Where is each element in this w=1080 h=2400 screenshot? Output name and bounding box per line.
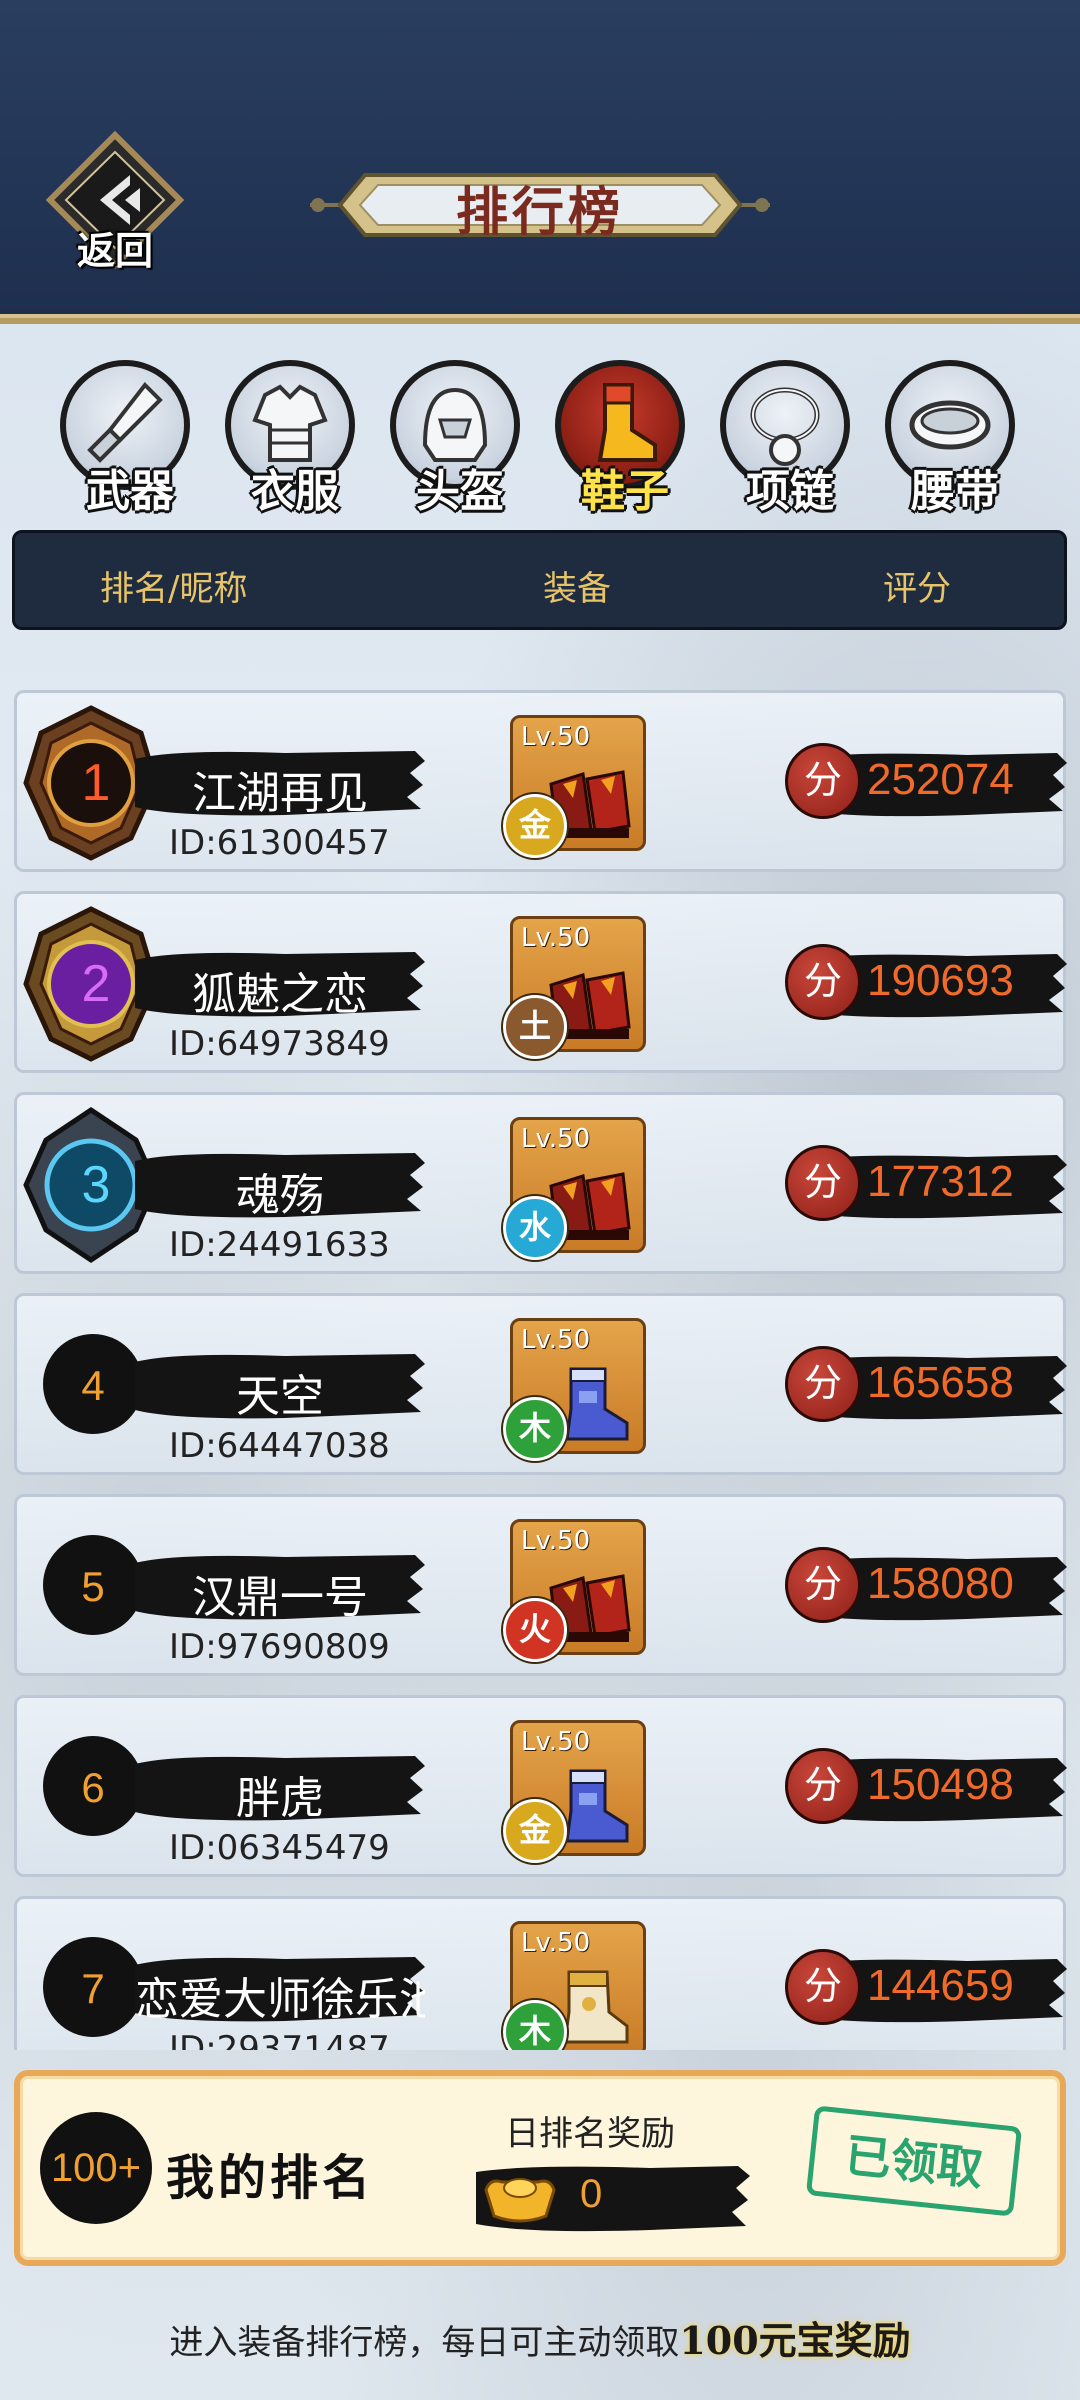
rank-number: 3	[81, 1156, 111, 1214]
tab-label: 项链	[746, 466, 834, 517]
my-rank-label: 我的排名	[166, 2150, 375, 2206]
equipment-slot[interactable]: Lv.50 金	[503, 715, 646, 858]
equipment-slot[interactable]: Lv.50 木	[503, 1318, 646, 1461]
element-badge-wood: 木	[503, 1397, 567, 1461]
score-icon: 分	[785, 1748, 861, 1824]
player-id: ID:64973849	[169, 1024, 390, 1064]
column-score: 评分	[883, 569, 951, 609]
player-name: 胖虎	[236, 1773, 324, 1824]
player-id: ID:61300457	[169, 823, 390, 863]
score-icon: 分	[785, 944, 861, 1020]
equipment-slot[interactable]: Lv.50 火	[503, 1519, 646, 1662]
my-rank-position: 100+	[50, 2146, 142, 2190]
equipment-level: Lv.50	[521, 1124, 591, 1154]
footer-text: 进入装备排行榜，每日可主动领取	[169, 2323, 680, 2363]
score-value: 252074	[867, 755, 1014, 804]
ranking-row[interactable]: 5 汉鼎一号 ID:97690809 Lv.50 火 分 158080	[14, 1494, 1067, 1676]
tab-label: 鞋子	[581, 466, 669, 517]
player-id: ID:64447038	[169, 1426, 390, 1466]
player-name: 天空	[236, 1371, 324, 1422]
player-id: ID:06345479	[169, 1828, 390, 1868]
element-badge-gold: 金	[503, 1799, 567, 1863]
ranking-row[interactable]: 1 江湖再见 ID:61300457 Lv.50 金 分 252074	[14, 690, 1067, 872]
player-name: 江湖再见	[192, 768, 368, 819]
rank-number: 7	[81, 1965, 105, 2012]
score-icon: 分	[785, 743, 861, 819]
rank-number: 2	[81, 955, 111, 1013]
ranking-row[interactable]: 3 魂殇 ID:24491633 Lv.50 水 分 177312	[14, 1092, 1067, 1274]
equipment-slot[interactable]: Lv.50 水	[503, 1117, 646, 1260]
equipment-slot[interactable]: Lv.50 土	[503, 916, 646, 1059]
claimed-stamp[interactable]: 已领取	[805, 2105, 1023, 2217]
score-value: 177312	[867, 1157, 1014, 1206]
gold-ingot-icon	[484, 2178, 556, 2223]
player-name: 恋爱大师徐乐池	[135, 1974, 425, 2025]
tab-helmet[interactable]: 头盔	[385, 355, 535, 525]
daily-reward-title: 日排名奖励	[505, 2114, 675, 2154]
rank-number: 6	[81, 1764, 105, 1811]
equipment-level: Lv.50	[521, 1928, 591, 1958]
player-name: 魂殇	[236, 1170, 324, 1221]
page-title: 排行榜	[455, 182, 624, 243]
my-rank-panel: 100+ 我的排名 日排名奖励 0 已领取	[14, 2070, 1066, 2266]
score-value: 150498	[867, 1760, 1014, 1809]
player-id: ID:24491633	[169, 1225, 390, 1265]
rank-number: 5	[81, 1563, 105, 1610]
equipment-level: Lv.50	[521, 1727, 591, 1757]
player-id: ID:29371487	[169, 2029, 390, 2050]
equipment-slot[interactable]: Lv.50 木	[503, 1921, 646, 2050]
tab-belt[interactable]: 腰带	[880, 355, 1030, 525]
score-value: 144659	[867, 1961, 1014, 2010]
equipment-level: Lv.50	[521, 923, 591, 953]
back-label[interactable]: 返回	[40, 220, 190, 275]
ranking-row[interactable]: 6 胖虎 ID:06345479 Lv.50 金 分 150498	[14, 1695, 1067, 1877]
score-value: 165658	[867, 1358, 1014, 1407]
score-icon: 分	[785, 1145, 861, 1221]
tab-label: 衣服	[251, 466, 339, 517]
equipment-level: Lv.50	[521, 1526, 591, 1556]
ranking-row[interactable]: 2 狐魅之恋 ID:64973849 Lv.50 土 分 190693	[14, 891, 1067, 1073]
column-header: 排名/昵称 装备 评分	[12, 530, 1067, 630]
tab-weapon[interactable]: 武器	[55, 355, 205, 525]
element-badge-water: 水	[503, 1196, 567, 1260]
ranking-row[interactable]: 7 恋爱大师徐乐池 ID:29371487 Lv.50 木 分 144659	[14, 1896, 1067, 2050]
top-bar: 返回 排行榜	[0, 0, 1080, 324]
score-icon: 分	[785, 1949, 861, 2025]
score-icon: 分	[785, 1346, 861, 1422]
tab-label: 头盔	[416, 466, 504, 517]
ranking-list[interactable]: 1 江湖再见 ID:61300457 Lv.50 金 分 252074 2 狐魅…	[0, 690, 1080, 2050]
rank-number: 4	[81, 1362, 105, 1409]
element-badge-earth: 土	[503, 995, 567, 1059]
player-id: ID:97690809	[169, 1627, 390, 1667]
column-rank-name: 排名/昵称	[100, 569, 248, 609]
element-badge-fire: 火	[503, 1598, 567, 1662]
tab-clothes[interactable]: 衣服	[220, 355, 370, 525]
footer-notice: 进入装备排行榜，每日可主动领取100元宝奖励	[0, 2310, 1080, 2365]
score-icon: 分	[785, 1547, 861, 1623]
element-badge-gold: 金	[503, 794, 567, 858]
player-name: 狐魅之恋	[192, 969, 368, 1020]
tab-boots[interactable]: 鞋子	[550, 355, 700, 525]
ranking-row[interactable]: 4 天空 ID:64447038 Lv.50 木 分 165658	[14, 1293, 1067, 1475]
tab-label: 腰带	[911, 466, 999, 517]
equipment-level: Lv.50	[521, 1325, 591, 1355]
score-value: 158080	[867, 1559, 1014, 1608]
rank-number: 1	[81, 754, 111, 812]
daily-reward-value: 0	[580, 2172, 603, 2216]
score-value: 190693	[867, 956, 1014, 1005]
tab-label: 武器	[86, 466, 174, 517]
footer-highlight: 100元宝奖励	[679, 2318, 911, 2363]
player-name: 汉鼎一号	[192, 1572, 368, 1623]
column-equipment: 装备	[543, 569, 611, 609]
equipment-level: Lv.50	[521, 722, 591, 752]
tab-necklace[interactable]: 项链	[715, 355, 865, 525]
equipment-slot[interactable]: Lv.50 金	[503, 1720, 646, 1863]
